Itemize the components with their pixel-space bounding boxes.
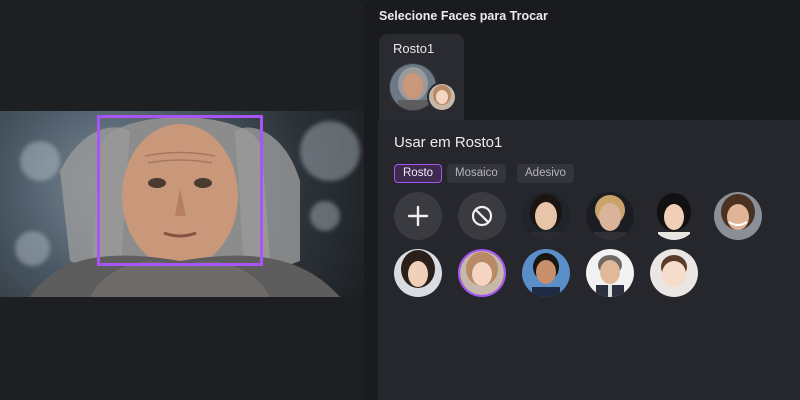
- detected-face-box[interactable]: [97, 115, 263, 266]
- face-tab-rosto1[interactable]: Rosto1: [379, 34, 464, 120]
- face-avatar[interactable]: [714, 192, 762, 240]
- face-avatar[interactable]: [586, 249, 634, 297]
- panel-title: Selecione Faces para Trocar: [379, 9, 548, 23]
- mode-tab-mosaico[interactable]: Mosaico: [447, 164, 506, 183]
- plus-icon: [407, 205, 429, 227]
- ban-icon: [471, 205, 493, 227]
- face-avatar[interactable]: [522, 249, 570, 297]
- face-avatar[interactable]: [650, 192, 698, 240]
- face-tab-label: Rosto1: [393, 41, 435, 56]
- mode-tab-adesivo[interactable]: Adesivo: [517, 164, 574, 183]
- face-avatar[interactable]: [650, 249, 698, 297]
- use-on-label: Usar em Rosto1: [394, 134, 503, 151]
- face-avatar[interactable]: [394, 249, 442, 297]
- face-avatar[interactable]: [522, 192, 570, 240]
- no-face-button[interactable]: [458, 192, 506, 240]
- face-avatar[interactable]: [586, 192, 634, 240]
- target-face-thumbnail: [427, 82, 457, 112]
- add-face-button[interactable]: [394, 192, 442, 240]
- face-avatar-selected[interactable]: [458, 249, 506, 297]
- mode-tab-rosto[interactable]: Rosto: [394, 164, 443, 183]
